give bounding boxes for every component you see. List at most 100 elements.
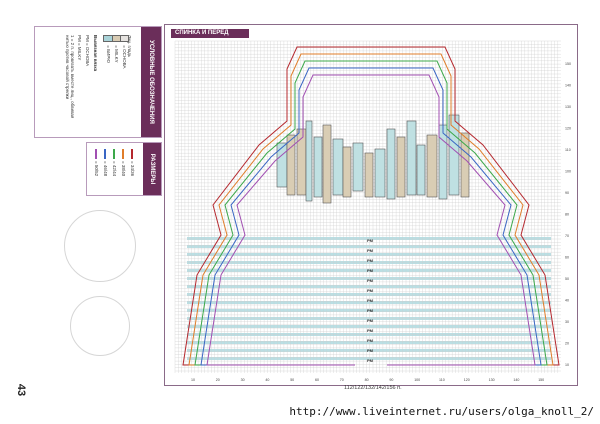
- skyline-building: [364, 152, 374, 198]
- knitting-chart: РМ РМ РМ РМ РМ РМ РМ РМ РМ РМ РМ РМ РМ 150 140 130 120 11…: [174, 40, 571, 382]
- skyline-building: [426, 134, 438, 198]
- legend-item-3: = БИРЮ: [103, 35, 113, 131]
- sizes-panel: РАЗМЕРЫ = 34/36 = 38/40 = 42/44 = 46/48 …: [86, 142, 162, 196]
- skyline-building: [286, 134, 296, 196]
- legend-footnote: 1 = 2 п. провязать вместе лиц., обвивая …: [65, 35, 75, 119]
- right-axis-label: 130: [565, 105, 571, 109]
- knitting-chart-frame: РМ РМ РМ РМ РМ РМ РМ РМ РМ РМ РМ РМ РМ 150 140 130 120 11…: [164, 24, 578, 386]
- chart-footer-label: 112/122/132/142/156 п.: [344, 385, 402, 391]
- right-axis-label: 90: [565, 191, 569, 195]
- right-axis-label: 60: [565, 256, 569, 260]
- row-marker: РМ: [367, 278, 374, 283]
- legend-note-1: РМ = ОСНОВА: [85, 35, 90, 67]
- bottom-axis-label: 110: [439, 378, 445, 382]
- size-label: = 50/52: [94, 161, 99, 177]
- right-axis-label: 150: [565, 62, 571, 66]
- row-marker: РМ: [367, 338, 374, 343]
- right-axis-label: 100: [565, 170, 571, 174]
- row-marker: РМ: [367, 298, 374, 303]
- bottom-axis-label: 10: [191, 378, 195, 382]
- skyline-building: [416, 144, 426, 196]
- stripe-row: [187, 333, 551, 336]
- legend-note-title: Вывязная вязка: [93, 35, 98, 72]
- right-axis-label: 10: [565, 363, 569, 367]
- skyline-building: [386, 128, 396, 200]
- size-label: = 46/48: [103, 161, 108, 177]
- bottom-axis-label: 120: [464, 378, 470, 382]
- legend-note-2: РМ = MILKY: [77, 35, 82, 61]
- row-marker: РМ: [367, 318, 374, 323]
- decorative-circle: [64, 210, 136, 282]
- row-marker: РМ: [367, 308, 374, 313]
- size-item-3: = 42/44: [112, 149, 121, 189]
- size-item-4: = 46/48: [103, 149, 112, 189]
- skyline-building: [276, 142, 288, 188]
- skyline-building: [396, 136, 406, 198]
- skyline-building: [438, 124, 448, 200]
- sizes-title: РАЗМЕРЫ: [149, 153, 155, 185]
- sizes-title-bar: РАЗМЕРЫ: [143, 143, 161, 195]
- bottom-axis-label: 70: [340, 378, 344, 382]
- size-line-3: [113, 149, 115, 159]
- skyline-building: [313, 136, 323, 198]
- skyline-building: [342, 146, 352, 198]
- bottom-axis-label: 130: [489, 378, 495, 382]
- size-line-2: [122, 149, 124, 159]
- row-marker: РМ: [367, 238, 374, 243]
- right-axis-label: 30: [565, 320, 569, 324]
- bottom-axis-label: 50: [290, 378, 294, 382]
- bottom-axis-label: 30: [241, 378, 245, 382]
- skyline-building: [374, 148, 386, 198]
- row-marker: РМ: [367, 258, 374, 263]
- row-marker: РМ: [367, 288, 374, 293]
- bottom-axis-label: 90: [389, 378, 393, 382]
- legend-item-label: = ОСНОВА: [122, 45, 127, 69]
- skyline-building: [305, 120, 313, 202]
- watermark-url: http://www.liveinternet.ru/users/olga_kn…: [289, 405, 594, 418]
- right-axis-label: 80: [565, 213, 569, 217]
- stripe-row: [187, 293, 551, 296]
- right-axis-label: 140: [565, 84, 571, 88]
- bottom-axis-label: 150: [538, 378, 544, 382]
- size-label: = 38/40: [121, 161, 126, 177]
- size-item-5: = 50/52: [94, 149, 103, 189]
- row-marker: РМ: [367, 358, 374, 363]
- row-marker: РМ: [367, 328, 374, 333]
- bottom-axis-label: 80: [365, 378, 369, 382]
- bottom-axis-label: 20: [216, 378, 220, 382]
- legend-swatch-3: [103, 35, 113, 42]
- size-label: = 34/36: [130, 161, 135, 177]
- decorative-circle: [70, 296, 130, 356]
- bottom-axis-label: 60: [315, 378, 319, 382]
- size-item-1: = 34/36: [130, 149, 139, 189]
- skyline-building: [322, 124, 332, 204]
- legend-body: Лиц. гладь = ОСНОВА = MILKY = БИРЮ Вывяз…: [39, 31, 139, 131]
- skyline-building: [352, 142, 364, 192]
- size-line-1: [131, 149, 133, 159]
- right-axis-label: 40: [565, 299, 569, 303]
- legend-panel: УСЛОВНЫЕ ОБОЗНАЧЕНИЯ Лиц. гладь = ОСНОВА…: [34, 26, 162, 138]
- legend-item-label: = БИРЮ: [106, 45, 111, 63]
- skyline-building: [406, 120, 417, 196]
- bottom-axis-label: 140: [513, 378, 519, 382]
- legend-title: УСЛОВНЫЕ ОБОЗНАЧЕНИЯ: [148, 40, 154, 124]
- right-axis-label: 20: [565, 342, 569, 346]
- row-marker: РМ: [367, 268, 374, 273]
- right-axis-label: 120: [565, 127, 571, 131]
- legend-title-bar: УСЛОВНЫЕ ОБОЗНАЧЕНИЯ: [141, 27, 161, 137]
- skyline-building: [332, 138, 344, 196]
- size-line-4: [104, 149, 106, 159]
- chart-header: СПИНКА И ПЕРЕД: [175, 30, 229, 36]
- bottom-axis-label: 40: [265, 378, 269, 382]
- chart-header-bar: СПИНКА И ПЕРЕД: [171, 29, 249, 38]
- right-axis-label: 50: [565, 277, 569, 281]
- right-axis-label: 70: [565, 234, 569, 238]
- size-label: = 42/44: [112, 161, 117, 177]
- bottom-axis-label: 100: [414, 378, 420, 382]
- page-number: 43: [15, 383, 28, 397]
- size-item-2: = 38/40: [121, 149, 130, 189]
- legend-item-label: = MILKY: [114, 45, 119, 63]
- right-axis-label: 110: [565, 148, 571, 152]
- row-marker: РМ: [367, 348, 374, 353]
- size-line-5: [95, 149, 97, 159]
